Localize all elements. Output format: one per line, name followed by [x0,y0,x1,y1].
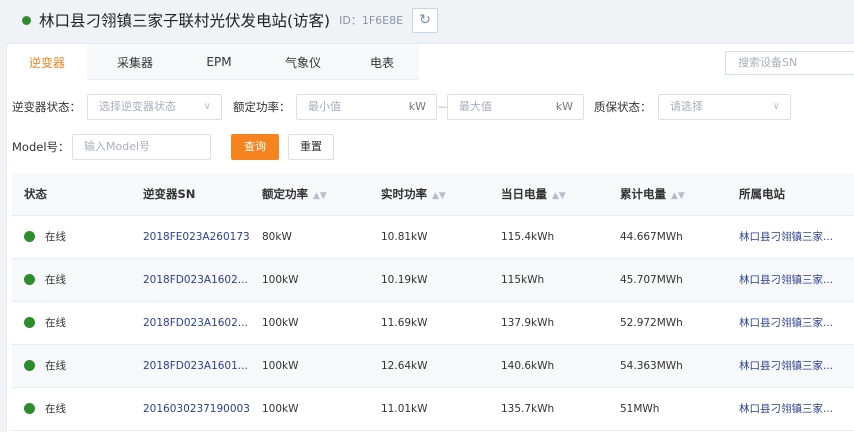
table-row[interactable]: 在线 2018FD023A1602... 100kW 10.19kW 115kWh 45.… [12,259,854,302]
rated-power-min-input[interactable]: 最小值 kW [296,94,437,120]
max-unit: kW [555,100,573,113]
total-energy-cell: 52.972MWh [620,317,683,329]
station-link[interactable]: 林口县刁翎镇三家... [739,302,833,345]
daily-energy-cell: 137.9kWh [501,317,555,329]
total-energy-cell: 54.363MWh [620,360,683,372]
rated-power-max-input[interactable]: 最大值 kW [447,94,584,120]
daily-energy-cell: 115.4kWh [501,231,555,243]
rated-power-cell: 100kW [262,403,299,415]
total-energy-cell: 45.707MWh [620,274,683,286]
daily-energy-cell: 140.6kWh [501,360,555,372]
realtime-power-cell: 12.64kW [381,360,428,372]
online-status-dot [24,359,35,371]
query-button[interactable]: 查询 [231,134,279,160]
sort-icon[interactable]: ▲▼ [313,175,327,218]
tab-epm[interactable]: EPM [177,44,261,80]
tab-inverter[interactable]: 逆变器 [7,44,87,80]
station-link[interactable]: 林口县刁翎镇三家... [739,216,833,259]
table-row[interactable]: 在线 2016030237190003 100kW 11.01kW 135.7kWh 51… [12,388,854,431]
sn-link[interactable]: 2016030237190003 [143,388,250,431]
sn-link[interactable]: 2018FD023A1602... [143,259,248,302]
inverter-status-select[interactable]: 选择逆变器状态 ∨ [87,94,222,120]
station-link[interactable]: 林口县刁翎镇三家... [739,388,833,431]
table-row[interactable]: 在线 2018FD023A1601... 100kW 12.64kW 140.6kWh 5… [12,345,854,388]
station-link[interactable]: 林口县刁翎镇三家... [739,259,833,302]
col-realtime-power[interactable]: 实时功率 ▲▼ [381,173,446,216]
status-text: 在线 [45,403,66,415]
table-row[interactable]: 在线 2018FE023A260173 80kW 10.81kW 115.4kWh 44.… [12,216,854,259]
warranty-select[interactable]: 请选择 ∨ [658,94,791,120]
col-rated-power[interactable]: 额定功率 ▲▼ [262,173,327,216]
model-label: Model号： [12,140,70,154]
status-cell: 在线 [24,388,66,431]
status-cell: 在线 [24,302,66,345]
rated-power-cell: 80kW [262,231,292,243]
device-tabs: 逆变器 采集器 EPM 气象仪 电表 搜索设备SN [7,44,854,80]
min-unit: kW [408,100,426,113]
realtime-power-cell: 10.19kW [381,274,428,286]
sort-icon[interactable]: ▲▼ [432,175,446,218]
col-total-energy[interactable]: 累计电量 ▲▼ [620,173,685,216]
chevron-down-icon: ∨ [203,101,211,112]
status-text: 在线 [45,317,66,329]
rated-power-cell: 100kW [262,360,299,372]
online-status-dot [24,402,35,414]
status-cell: 在线 [24,216,66,259]
station-title: 林口县刁翎镇三家子联村光伏发电站(访客) [39,12,331,30]
table-header: 状态 逆变器SN 额定功率 ▲▼ 实时功率 ▲▼ 当日电量 ▲▼ 累计电量 ▲▼ 所属电… [12,173,854,216]
station-id: ID：1F6E8E [339,14,404,27]
sort-icon[interactable]: ▲▼ [671,175,685,218]
sn-link[interactable]: 2018FD023A1602... [143,302,248,345]
page-header: 林口县刁翎镇三家子联村光伏发电站(访客) ID：1F6E8E ↻ [0,0,854,40]
status-cell: 在线 [24,345,66,388]
online-status-dot [24,273,35,285]
reset-button[interactable]: 重置 [288,134,334,160]
daily-energy-cell: 135.7kWh [501,403,555,415]
rated-power-cell: 100kW [262,317,299,329]
online-status-dot [24,316,35,328]
daily-energy-cell: 115kWh [501,274,545,286]
sn-link[interactable]: 2018FD023A1601... [143,345,248,388]
warranty-label: 质保状态： [594,100,652,114]
rated-power-cell: 100kW [262,274,299,286]
status-text: 在线 [45,360,66,372]
total-energy-cell: 51MWh [620,403,660,415]
col-daily-energy[interactable]: 当日电量 ▲▼ [501,173,566,216]
sort-icon[interactable]: ▲▼ [552,175,566,218]
refresh-button[interactable]: ↻ [412,7,439,33]
rated-power-label: 额定功率： [233,100,291,114]
tab-collector[interactable]: 采集器 [93,44,177,80]
inverter-status-label: 逆变器状态： [12,100,81,114]
tab-meter[interactable]: 电表 [345,44,419,80]
station-link[interactable]: 林口县刁翎镇三家... [739,345,833,388]
total-energy-cell: 44.667MWh [620,231,683,243]
realtime-power-cell: 11.69kW [381,317,428,329]
search-sn-input[interactable]: 搜索设备SN [725,51,854,75]
tab-weather[interactable]: 气象仪 [261,44,345,80]
col-station: 所属电站 [739,187,785,201]
table-row[interactable]: 在线 2018FD023A1602... 100kW 11.69kW 137.9kWh 5… [12,302,854,345]
status-text: 在线 [45,231,66,243]
model-input[interactable]: 输入Model号 [72,134,211,160]
online-status-dot [24,230,35,242]
station-status-dot [22,15,31,25]
col-sn: 逆变器SN [143,187,196,201]
refresh-icon: ↻ [419,12,431,28]
col-status: 状态 [24,187,47,201]
chevron-down-icon: ∨ [772,101,780,112]
realtime-power-cell: 10.81kW [381,231,428,243]
realtime-power-cell: 11.01kW [381,403,428,415]
status-text: 在线 [45,274,66,286]
status-cell: 在线 [24,259,66,302]
sn-link[interactable]: 2018FE023A260173 [143,216,250,259]
